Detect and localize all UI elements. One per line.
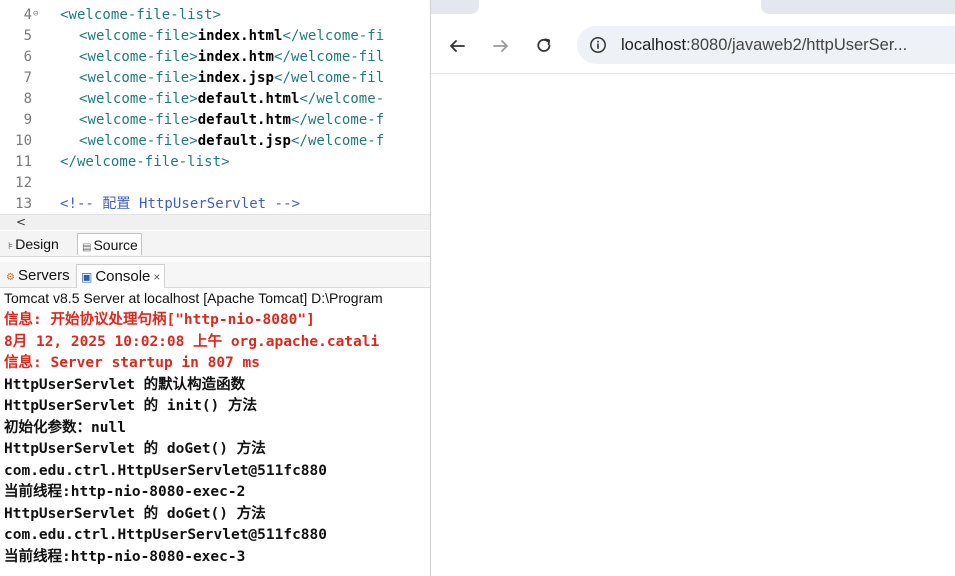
fold-toggle-icon[interactable]: ⊖	[33, 5, 38, 24]
console-line: HttpUserServlet 的默认构造函数	[4, 376, 246, 393]
xml-tag: </welcome-	[299, 91, 385, 107]
code-text: <!-- 配置 HttpUserServlet -->	[60, 194, 300, 214]
xml-text: default.jsp	[197, 133, 291, 149]
line-number: 8	[23, 91, 32, 107]
url-text[interactable]: localhost:8080/javaweb2/httpUserSer...	[621, 26, 907, 64]
eclipse-window: 4 ⊖ <welcome-file-list> 5 <welcome-file>inde…	[0, 0, 430, 576]
xml-text: index.jsp	[197, 70, 275, 86]
xml-tag: </welcome-fil	[274, 49, 385, 65]
console-output[interactable]: 信息: 开始协议处理句柄["http-nio-8080"] 8月 12, 2025…	[0, 308, 430, 576]
console-line: HttpUserServlet 的 doGet() 方法	[4, 505, 266, 522]
xml-tag: </welcome-f	[290, 133, 385, 149]
xml-tag: </welcome-file-list>	[60, 154, 230, 170]
tab-source-label: Source	[93, 237, 138, 253]
view-tab-bar: ⚙ Servers ▣ Console ×	[0, 262, 430, 288]
xml-tag: </welcome-fi	[282, 28, 385, 44]
tab-console-label: Console	[95, 268, 151, 285]
line-number: 13	[15, 196, 32, 212]
forward-arrow-icon	[493, 40, 508, 52]
tab-servers[interactable]: ⚙ Servers	[2, 264, 74, 288]
url-path: :8080/javaweb2/httpUserSer...	[686, 36, 908, 54]
console-icon: ▣	[81, 270, 93, 284]
close-icon[interactable]: ×	[153, 270, 160, 284]
line-number: 12	[15, 175, 32, 191]
console-line: 当前线程:http-nio-8080-exec-2	[4, 484, 246, 500]
url-host: localhost	[621, 36, 687, 54]
xml-editor[interactable]: 4 ⊖ <welcome-file-list> 5 <welcome-file>inde…	[0, 0, 430, 214]
forward-button[interactable]	[487, 32, 515, 60]
xml-tag: <welcome-file>	[79, 70, 198, 86]
scroll-left-arrow-icon[interactable]: <	[16, 215, 26, 230]
tab-console[interactable]: ▣ Console ×	[76, 264, 166, 288]
page-content	[431, 75, 955, 576]
console-line: 信息: Server startup in 807 ms	[4, 355, 260, 371]
tab-design[interactable]: ⊧ Design	[4, 233, 62, 255]
code-text: </welcome-file-list>	[60, 152, 230, 173]
xml-tag: </welcome-f	[290, 112, 385, 128]
tab-source[interactable]: ▤ Source	[77, 233, 142, 255]
xml-text: default.htm	[197, 112, 291, 128]
code-text: <welcome-file>default.htm</welcome-f	[79, 110, 384, 131]
editor-horizontal-scrollbar[interactable]: <	[0, 214, 430, 230]
browser-toolbar: localhost:8080/javaweb2/httpUserSer...	[431, 14, 955, 74]
line-number: 4	[23, 7, 32, 23]
console-line: 信息: 开始协议处理句柄["http-nio-8080"]	[4, 312, 315, 328]
console-line: 初始化参数：null	[4, 419, 126, 436]
reload-button[interactable]	[530, 32, 558, 60]
tab-servers-label: Servers	[17, 267, 70, 284]
tab-design-label: Design	[15, 236, 59, 252]
code-text: <welcome-file>index.html</welcome-fi	[79, 26, 384, 47]
reload-icon	[537, 38, 551, 52]
code-text: <welcome-file-list>	[60, 5, 221, 26]
line-number: 9	[23, 112, 32, 128]
console-line: 8月 12, 2025 10:02:08 上午 org.apache.catal…	[4, 333, 380, 350]
info-icon[interactable]	[589, 36, 607, 54]
xml-text: index.htm	[197, 49, 275, 65]
line-number: 10	[15, 133, 32, 149]
address-bar[interactable]: localhost:8080/javaweb2/httpUserSer...	[577, 26, 955, 64]
console-line: com.edu.ctrl.HttpUserServlet@511fc880	[4, 527, 328, 543]
source-icon: ▤	[82, 242, 92, 253]
console-line: 当前线程:http-nio-8080-exec-3	[4, 548, 246, 565]
code-text: <welcome-file>default.jsp</welcome-f	[79, 131, 384, 152]
xml-tag: <welcome-file>	[79, 49, 198, 65]
code-text: <welcome-file>index.jsp</welcome-fil	[79, 68, 384, 89]
browser-tab-strip-left	[431, 0, 479, 14]
line-number: 11	[15, 154, 32, 170]
xml-text: index.html	[197, 28, 283, 44]
xml-tag: <welcome-file>	[79, 28, 198, 44]
editor-tab-bar: ⊧ Design ▤ Source	[0, 231, 430, 257]
xml-tag: <welcome-file>	[79, 91, 198, 107]
xml-tag: <welcome-file-list>	[60, 7, 222, 23]
servers-icon: ⚙	[6, 272, 15, 283]
browser-tab-strip-right	[761, 0, 955, 14]
line-number: 6	[23, 49, 32, 65]
browser-window: localhost:8080/javaweb2/httpUserSer...	[430, 0, 955, 576]
line-number: 7	[23, 70, 32, 86]
xml-tag: </welcome-fil	[274, 70, 385, 86]
xml-tag: <welcome-file>	[79, 133, 198, 149]
design-icon: ⊧	[8, 241, 14, 252]
xml-comment: <!-- 配置 HttpUserServlet -->	[60, 196, 301, 212]
back-arrow-icon	[450, 40, 465, 52]
console-line: HttpUserServlet 的 doGet() 方法	[4, 441, 266, 457]
console-line: com.edu.ctrl.HttpUserServlet@511fc880	[4, 462, 328, 479]
xml-text: default.html	[197, 91, 300, 107]
console-process-label: Tomcat v8.5 Server at localhost [Apache …	[4, 290, 383, 306]
console-line: HttpUserServlet 的 init() 方法	[4, 398, 258, 414]
code-text: <welcome-file>index.htm</welcome-fil	[79, 47, 384, 68]
xml-tag: <welcome-file>	[79, 112, 198, 128]
line-number: 5	[23, 28, 32, 44]
code-text: <welcome-file>default.html</welcome-	[79, 89, 384, 110]
back-button[interactable]	[443, 32, 471, 60]
